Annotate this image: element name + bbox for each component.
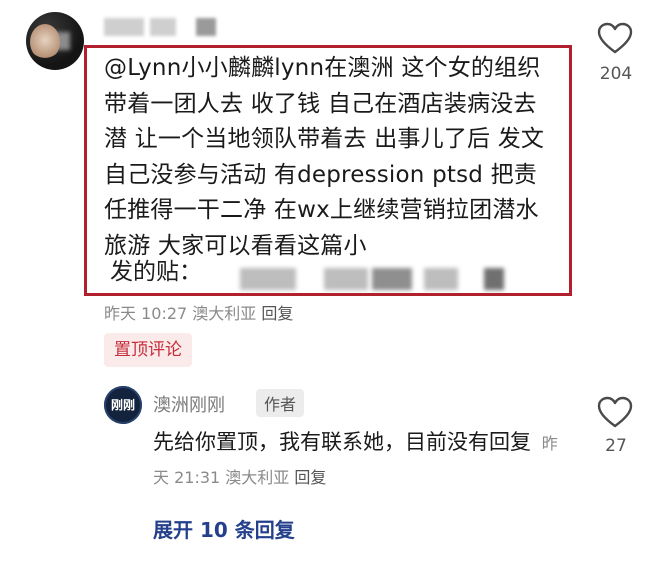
- redacted-link[interactable]: [240, 268, 296, 290]
- redacted-link: [424, 268, 458, 290]
- commenter-name-redacted: [150, 18, 176, 36]
- text-fade: [498, 226, 554, 260]
- comment-text-tail: 发的贴：: [110, 259, 202, 285]
- comment-meta: 昨天 10:27 澳大利亚 回复: [104, 300, 293, 324]
- comment-reply-button[interactable]: 回复: [261, 304, 293, 323]
- heart-outline-icon[interactable]: [597, 22, 633, 54]
- reply-reply-button[interactable]: 回复: [294, 468, 326, 487]
- reply-text: 先给你置顶，我有联系她，目前没有回复 昨天 21:31 澳大利亚 回复: [153, 426, 573, 494]
- redacted-link: [324, 268, 368, 290]
- reply-like-count: 27: [605, 436, 627, 456]
- comment-timestamp: 昨天 10:27: [104, 304, 188, 323]
- comment-text: @Lynn小小麟麟lynn在澳洲 这个女的组织带着一团人去 收了钱 自己在酒店装…: [104, 55, 545, 259]
- commenter-avatar[interactable]: [26, 12, 84, 70]
- redacted-link: [372, 268, 412, 290]
- comment-like-count: 204: [599, 64, 633, 84]
- commenter-name-redacted[interactable]: [104, 18, 144, 36]
- author-avatar[interactable]: 刚刚: [104, 386, 142, 424]
- author-badge: 作者: [256, 389, 305, 417]
- reply-body: 先给你置顶，我有联系她，目前没有回复: [153, 430, 531, 454]
- expand-replies-button[interactable]: 展开 10 条回复: [153, 514, 295, 543]
- pinned-badge: 置顶评论: [104, 333, 192, 367]
- avatar-blur: [48, 32, 70, 50]
- reply-author-name[interactable]: 澳洲刚刚: [153, 391, 225, 417]
- commenter-name-redacted: [196, 18, 216, 36]
- heart-outline-icon[interactable]: [597, 396, 633, 428]
- comment-location: 澳大利亚: [192, 304, 257, 323]
- redacted-link: [484, 268, 504, 290]
- reply-location: 澳大利亚: [225, 468, 290, 487]
